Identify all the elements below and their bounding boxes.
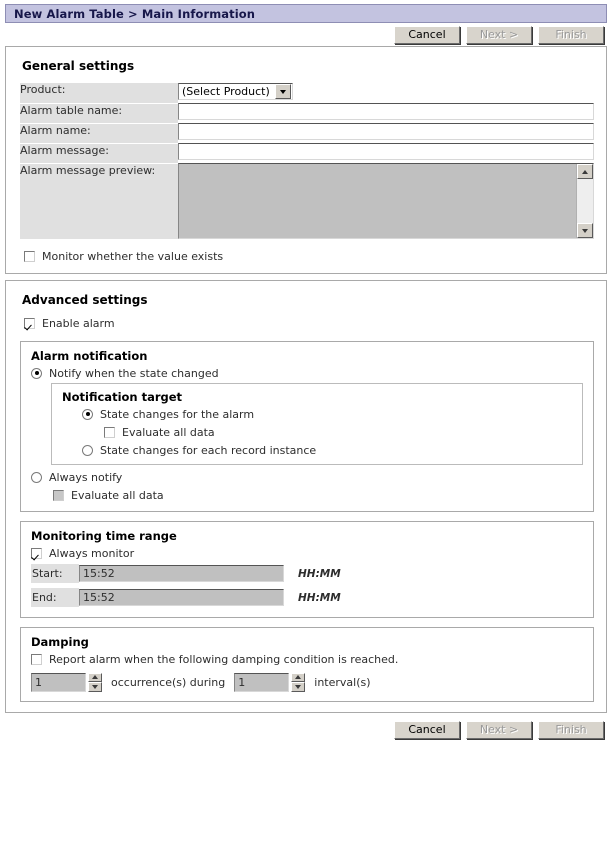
state-changes-alarm-row[interactable]: State changes for the alarm [82, 408, 572, 421]
monitor-value-exists-checkbox[interactable] [24, 250, 35, 262]
always-monitor-checkbox[interactable] [31, 547, 42, 559]
scrollbar-track[interactable] [577, 179, 593, 223]
end-time-label: End: [31, 587, 79, 608]
interval-label: interval(s) [314, 675, 371, 689]
cancel-button-top[interactable]: Cancel [394, 25, 460, 44]
alarm-message-input[interactable] [178, 143, 594, 160]
monitor-value-exists-row[interactable]: Monitor whether the value exists [24, 250, 594, 263]
damping-group: Damping Report alarm when the following … [20, 626, 594, 702]
end-time-input[interactable] [79, 589, 284, 606]
occurrences-input[interactable] [31, 672, 86, 692]
always-monitor-row[interactable]: Always monitor [31, 547, 583, 560]
alarm-notification-title: Alarm notification [31, 348, 148, 363]
damping-condition-row: occurrence(s) during interval(s) [31, 672, 583, 692]
start-time-label: Start: [31, 563, 79, 584]
occurrences-increment-icon[interactable] [88, 672, 102, 682]
bottom-button-bar: Cancel Next > Finish [0, 719, 612, 742]
general-settings-panel: General settings Product: (Select Produc… [5, 46, 607, 274]
notify-state-changed-label: Notify when the state changed [49, 366, 219, 380]
state-changes-alarm-label: State changes for the alarm [100, 407, 255, 421]
always-evaluate-all-data-row[interactable]: Evaluate all data [53, 489, 583, 502]
damping-report-row[interactable]: Report alarm when the following damping … [31, 653, 583, 666]
notify-state-changed-row[interactable]: Notify when the state changed [31, 367, 583, 380]
chevron-down-icon[interactable] [274, 84, 291, 99]
interval-input[interactable] [234, 672, 290, 692]
alarm-message-preview-text [179, 164, 576, 238]
alarm-table-name-label: Alarm table name: [20, 103, 178, 124]
occurrences-stepper[interactable] [31, 672, 102, 692]
general-settings-title: General settings [22, 59, 135, 73]
advanced-settings-panel: Advanced settings Enable alarm Alarm not… [5, 279, 607, 713]
monitoring-time-range-group: Monitoring time range Always monitor Sta… [20, 520, 594, 618]
alarm-message-row: Alarm message: [20, 143, 594, 164]
alarm-table-name-input[interactable] [178, 103, 594, 120]
notification-target-group: Notification target State changes for th… [51, 382, 583, 465]
preview-scrollbar[interactable] [576, 164, 593, 238]
occurrences-decrement-icon[interactable] [88, 682, 102, 692]
product-label: Product: [20, 83, 178, 104]
interval-stepper-buttons[interactable] [291, 672, 306, 692]
alarm-name-row: Alarm name: [20, 123, 594, 144]
damping-report-label: Report alarm when the following damping … [49, 652, 399, 666]
start-time-hint: HH:MM [298, 567, 341, 580]
scroll-up-icon[interactable] [577, 164, 593, 179]
general-settings-form: Product: (Select Product) Alarm table na… [20, 83, 594, 240]
finish-button-bottom[interactable]: Finish [538, 721, 604, 739]
evaluate-all-data-checkbox[interactable] [104, 426, 115, 438]
always-notify-radio[interactable] [31, 471, 42, 483]
alarm-message-label: Alarm message: [20, 143, 178, 164]
alarm-name-input[interactable] [178, 123, 594, 140]
state-changes-record-radio[interactable] [82, 444, 93, 456]
cancel-button-bottom[interactable]: Cancel [394, 721, 460, 739]
damping-report-checkbox[interactable] [31, 653, 42, 665]
occurrences-stepper-buttons[interactable] [88, 672, 102, 692]
start-time-row: Start: HH:MM [31, 563, 583, 584]
alarm-message-preview-box [178, 163, 594, 239]
enable-alarm-label: Enable alarm [42, 316, 115, 330]
alarm-notification-group: Alarm notification Notify when the state… [20, 340, 594, 512]
page-title: New Alarm Table > Main Information [14, 6, 256, 21]
interval-stepper[interactable] [234, 672, 306, 692]
notification-target-title: Notification target [62, 389, 183, 404]
scroll-down-icon[interactable] [577, 223, 593, 238]
enable-alarm-row[interactable]: Enable alarm [24, 317, 594, 330]
product-select-value: (Select Product) [182, 85, 270, 98]
always-evaluate-all-data-checkbox[interactable] [53, 489, 64, 501]
start-time-input[interactable] [79, 565, 284, 582]
product-select[interactable]: (Select Product) [178, 83, 293, 100]
state-changes-record-row[interactable]: State changes for each record instance [82, 444, 572, 457]
advanced-settings-title: Advanced settings [22, 292, 148, 307]
state-changes-record-label: State changes for each record instance [100, 443, 317, 457]
enable-alarm-checkbox[interactable] [24, 317, 35, 329]
notify-state-changed-radio[interactable] [31, 367, 42, 379]
next-button-bottom[interactable]: Next > [466, 721, 532, 739]
state-changes-alarm-radio[interactable] [82, 408, 93, 420]
always-monitor-label: Always monitor [49, 546, 135, 560]
product-row: Product: (Select Product) [20, 83, 594, 104]
monitoring-time-range-title: Monitoring time range [31, 528, 177, 543]
alarm-message-preview-label: Alarm message preview: [20, 163, 178, 240]
end-time-row: End: HH:MM [31, 587, 583, 608]
evaluate-all-data-row[interactable]: Evaluate all data [104, 426, 572, 439]
always-notify-label: Always notify [49, 470, 123, 484]
finish-button-top[interactable]: Finish [538, 25, 604, 44]
window-title-bar: New Alarm Table > Main Information [5, 4, 607, 23]
end-time-hint: HH:MM [298, 591, 341, 604]
alarm-message-preview-row: Alarm message preview: [20, 163, 594, 240]
occurrences-label: occurrence(s) during [111, 675, 226, 689]
always-evaluate-all-data-label: Evaluate all data [71, 488, 164, 502]
interval-increment-icon[interactable] [291, 672, 306, 682]
alarm-name-label: Alarm name: [20, 123, 178, 144]
next-button-top[interactable]: Next > [466, 25, 532, 44]
alarm-table-name-row: Alarm table name: [20, 103, 594, 124]
monitor-value-exists-label: Monitor whether the value exists [42, 249, 224, 263]
evaluate-all-data-label: Evaluate all data [122, 425, 215, 439]
damping-title: Damping [31, 634, 89, 649]
top-button-bar: Cancel Next > Finish [0, 23, 612, 46]
interval-decrement-icon[interactable] [291, 682, 306, 692]
always-notify-row[interactable]: Always notify [31, 471, 583, 484]
